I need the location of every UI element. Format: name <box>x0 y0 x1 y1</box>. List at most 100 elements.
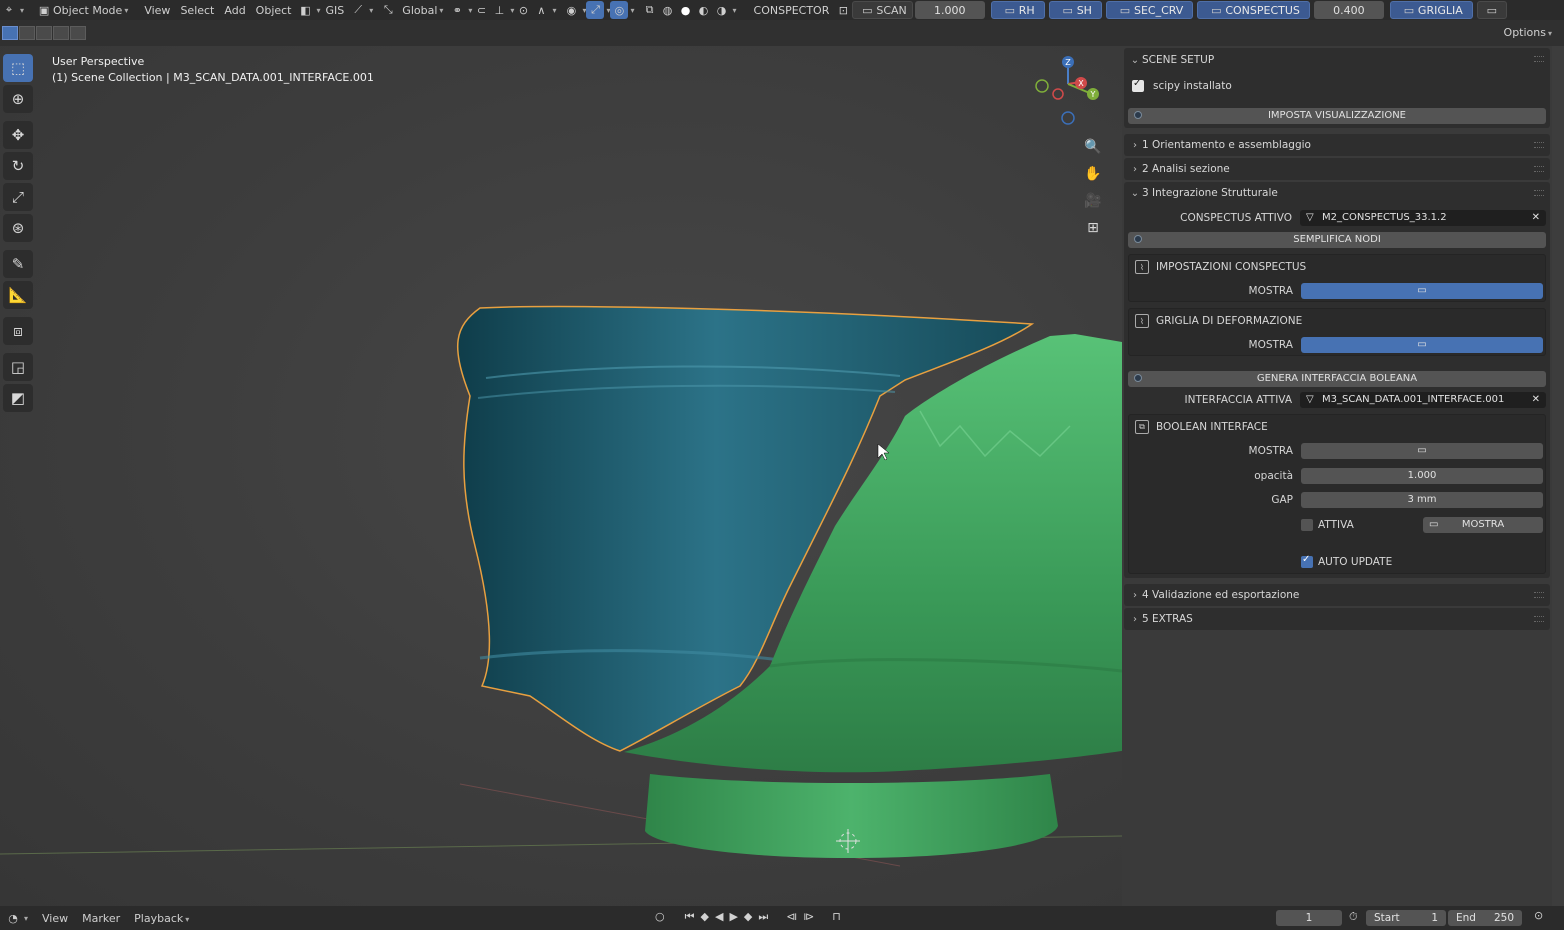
gizmo-icon[interactable]: ⤢ <box>586 1 605 19</box>
scan-value-field[interactable]: 1.000 <box>914 1 985 19</box>
rendered-shading-icon[interactable]: ◑ <box>713 1 731 19</box>
sh-toggle[interactable]: ▭ SH <box>1048 1 1102 19</box>
add-cube-tool[interactable]: ⧈ <box>3 317 33 345</box>
drag-grip-icon[interactable] <box>1534 142 1544 148</box>
mostra-griglia-toggle[interactable]: ▭ <box>1301 337 1543 353</box>
play-reverse-icon[interactable]: ◀ <box>715 910 723 924</box>
green-base-mesh[interactable] <box>645 774 1058 858</box>
opacita-field[interactable]: 1.000 <box>1301 468 1543 484</box>
visibility-icon[interactable]: ◉ <box>562 1 580 19</box>
select-intersect-icon[interactable] <box>70 26 86 40</box>
snap-icon[interactable]: ⊂ <box>472 1 490 19</box>
scipy-checkbox[interactable] <box>1132 78 1144 92</box>
gap-field[interactable]: 3 mm <box>1301 492 1543 508</box>
next-keyframe-icon[interactable]: ◆ <box>744 910 752 924</box>
clear-x-icon[interactable]: ✕ <box>1532 210 1540 226</box>
mostra-attiva-button[interactable]: ▭ MOSTRA <box>1423 517 1543 533</box>
imposta-visualizzazione-button[interactable]: IMPOSTA VISUALIZZAZIONE <box>1128 108 1546 124</box>
auto-update-checkbox[interactable] <box>1301 554 1313 568</box>
menu-view[interactable]: View <box>139 1 175 19</box>
camera-icon[interactable]: 🎥 <box>1082 190 1104 212</box>
pivot-icon[interactable]: ⚭ <box>448 1 466 19</box>
options-dropdown[interactable]: Options ▾ <box>1500 26 1556 42</box>
section-extras[interactable]: › 5 EXTRAS <box>1124 608 1550 630</box>
timeline-editor-icon[interactable]: ◔ <box>4 909 22 927</box>
select-invert-icon[interactable] <box>53 26 69 40</box>
conspectus-toggle[interactable]: ▭ CONSPECTUS <box>1197 1 1310 19</box>
mostra-impostazioni-toggle[interactable]: ▭ <box>1301 283 1543 299</box>
prev-keyframe-icon[interactable]: ◆ <box>701 910 709 924</box>
section-orientamento[interactable]: › 1 Orientamento e assemblaggio <box>1124 134 1550 156</box>
wireframe-shading-icon[interactable]: ◍ <box>659 1 677 19</box>
jump-start-icon[interactable]: ⏮ <box>685 910 695 924</box>
proportional-edit-icon[interactable]: ⊙ <box>514 1 532 19</box>
timeline-menu-marker[interactable]: Marker <box>82 912 120 925</box>
genera-interfaccia-button[interactable]: GENERA INTERFACCIA BOLEANA <box>1128 371 1546 387</box>
timeline-menu-playback[interactable]: Playback ▾ <box>134 912 189 925</box>
start-frame-field[interactable]: Start 1 <box>1366 910 1446 926</box>
interfaccia-attiva-field[interactable]: ▽ M3_SCAN_DATA.001_INTERFACE.001 ✕ <box>1300 392 1546 408</box>
next-marker-icon[interactable]: ⧐ <box>803 910 814 924</box>
drag-grip-icon[interactable] <box>1534 190 1544 196</box>
attiva-checkbox[interactable] <box>1301 519 1313 531</box>
menu-object[interactable]: Object <box>251 1 297 19</box>
drag-grip-icon[interactable] <box>1534 616 1544 622</box>
view3d-icon[interactable]: ⌖ <box>0 1 18 19</box>
select-new-icon[interactable] <box>2 26 18 40</box>
material-shading-icon[interactable]: ◐ <box>695 1 713 19</box>
mode-selector[interactable]: ▣ Object Mode ▾ <box>30 1 133 19</box>
scan-toggle[interactable]: ▭ SCAN <box>852 1 913 19</box>
drag-grip-icon[interactable] <box>1534 166 1544 172</box>
section-validazione[interactable]: › 4 Validazione ed esportazione <box>1124 584 1550 606</box>
record-icon[interactable]: ○ <box>655 910 665 924</box>
object-data-icon[interactable]: ◧ <box>297 1 315 19</box>
menu-gis[interactable]: GIS <box>321 1 350 19</box>
end-frame-field[interactable]: End 250 <box>1448 910 1522 926</box>
section-analisi[interactable]: › 2 Analisi sezione <box>1124 158 1550 180</box>
menu-select[interactable]: Select <box>175 1 219 19</box>
scale-tool[interactable]: ⤢ <box>3 183 33 211</box>
gizmo-neg-x[interactable] <box>1052 88 1064 100</box>
jump-end-icon[interactable]: ⏭ <box>758 910 768 924</box>
rotate-tool[interactable]: ↻ <box>3 152 33 180</box>
griglia-toggle[interactable]: ▭ GRIGLIA <box>1389 1 1473 19</box>
orientation-selector[interactable]: Global ▾ <box>397 1 448 19</box>
mostra-boolean-toggle[interactable]: ▭ <box>1301 443 1543 459</box>
section-integrazione-header[interactable]: ⌄ 3 Integrazione Strutturale <box>1124 182 1550 204</box>
clear-x-icon[interactable]: ✕ <box>1532 392 1540 408</box>
conspectus-value-field[interactable]: 0.400 <box>1313 1 1384 19</box>
snap-target-icon[interactable]: ⊥ <box>490 1 508 19</box>
timeline-options-icon[interactable]: ⊙ <box>1534 909 1543 922</box>
zoom-icon[interactable]: 🔍 <box>1082 136 1104 158</box>
drag-grip-icon[interactable] <box>1534 592 1544 598</box>
select-box-tool[interactable]: ⬚ <box>3 54 33 82</box>
pan-hand-icon[interactable]: ✋ <box>1082 163 1104 185</box>
conspector-icon[interactable]: ⊡ <box>834 1 852 19</box>
menu-add[interactable]: Add <box>219 1 250 19</box>
custom-tool-1[interactable]: ◲ <box>3 353 33 381</box>
xray-icon[interactable]: ⧉ <box>641 1 659 19</box>
3d-viewport[interactable]: Z X Y User Perspective (1) Scene Collect… <box>0 46 1122 906</box>
navigation-gizmo[interactable]: Z X Y <box>1035 56 1099 125</box>
select-extend-icon[interactable] <box>19 26 35 40</box>
ortho-grid-icon[interactable]: ⊞ <box>1082 217 1104 239</box>
annotate-tool[interactable]: ✎ <box>3 250 33 278</box>
drag-grip-icon[interactable] <box>1534 56 1544 62</box>
conspectus-attivo-field[interactable]: ▽ M2_CONSPECTUS_33.1.2 ✕ <box>1300 210 1546 226</box>
gis-icon[interactable]: ⟋ <box>349 1 367 19</box>
measure-tool[interactable]: 📐 <box>3 281 33 309</box>
prev-marker-icon[interactable]: ⧏ <box>786 910 797 924</box>
play-icon[interactable]: ▶ <box>729 910 737 924</box>
gizmo-neg-z[interactable] <box>1061 111 1075 125</box>
semplifica-nodi-button[interactable]: SEMPLIFICA NODI <box>1128 232 1546 248</box>
timeline-menu-view[interactable]: View <box>42 912 68 925</box>
keying-icon[interactable]: ⊓ <box>832 910 841 924</box>
solid-shading-icon[interactable]: ● <box>677 1 695 19</box>
clock-icon[interactable]: ⏱ <box>1349 910 1358 924</box>
gizmo-neg-y[interactable] <box>1035 79 1049 93</box>
extra-toggle[interactable]: ▭ <box>1476 1 1507 19</box>
scene-setup-header[interactable]: ⌄ SCENE SETUP <box>1124 48 1550 72</box>
current-frame-field[interactable]: 1 <box>1276 910 1342 926</box>
rh-toggle[interactable]: ▭ RH <box>990 1 1045 19</box>
overlay-icon[interactable]: ◎ <box>610 1 629 19</box>
